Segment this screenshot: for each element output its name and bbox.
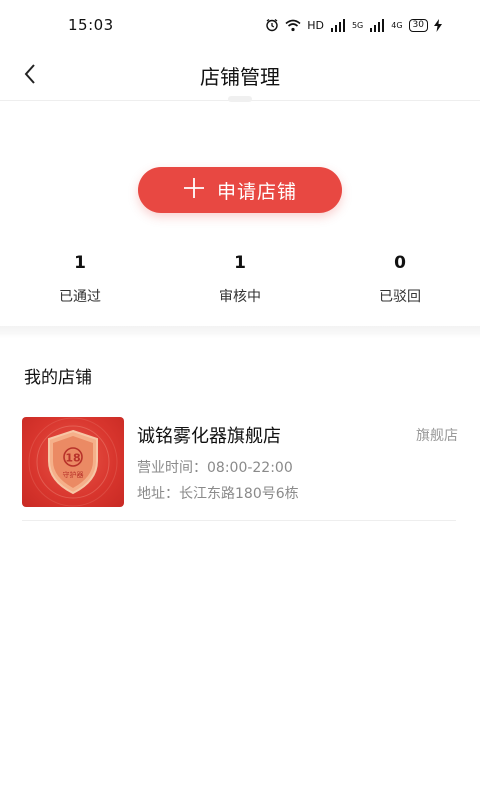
stat-value: 0 [394, 253, 406, 273]
hd-indicator: HD [307, 18, 324, 32]
stat-label: 审核中 [219, 289, 261, 305]
status-time: 15:03 [68, 16, 114, 34]
back-button[interactable] [12, 58, 48, 94]
stat-label: 已驳回 [379, 289, 421, 305]
store-stats: 1 已通过 1 审核中 0 已驳回 [0, 250, 480, 310]
status-bar: 15:03 HD 5G 4G 30 [0, 0, 480, 50]
signal-icon [330, 18, 346, 32]
apply-store-label: 申请店铺 [216, 180, 297, 203]
signal-5g-label: 5G [351, 20, 364, 30]
charging-icon [434, 18, 442, 32]
stat-approved[interactable]: 1 已通过 [0, 250, 160, 310]
wifi-icon [285, 19, 301, 32]
chevron-left-icon [23, 63, 37, 89]
stat-value: 1 [234, 253, 246, 273]
status-icons: HD 5G 4G 30 [265, 18, 442, 32]
stat-value: 1 [74, 253, 86, 273]
store-address: 地址：长江东路180号6栋 [137, 486, 299, 502]
section-separator [0, 326, 480, 338]
my-stores-title: 我的店铺 [24, 368, 92, 388]
battery-icon: 30 [408, 18, 428, 32]
plus-icon [183, 177, 205, 204]
store-hours: 营业时间：08:00-22:00 [137, 460, 293, 476]
nav-bar: 店铺管理 [0, 50, 480, 100]
stat-label: 已通过 [59, 289, 101, 305]
signal-icon [369, 18, 385, 32]
alarm-icon [265, 18, 279, 32]
list-divider [22, 520, 456, 521]
store-type-badge: 旗舰店 [416, 428, 458, 444]
store-list-item[interactable]: 18 守护器 诚铭雾化器旗舰店 旗舰店 营业时间：08:00-22:00 地址：… [22, 417, 458, 509]
signal-4g-label: 4G [391, 20, 403, 30]
shield-badge-icon: 18 守护器 [28, 417, 118, 507]
page-title: 店铺管理 [200, 64, 280, 89]
store-thumbnail: 18 守护器 [22, 417, 124, 507]
stat-rejected[interactable]: 0 已驳回 [320, 250, 480, 310]
stat-under-review[interactable]: 1 审核中 [160, 250, 320, 310]
store-name: 诚铭雾化器旗舰店 [137, 426, 281, 447]
badge-number: 18 [65, 452, 80, 465]
nav-shadow-indicator [228, 96, 252, 102]
battery-level: 30 [408, 18, 428, 32]
apply-store-button[interactable]: 申请店铺 [138, 167, 342, 213]
badge-text: 守护器 [63, 470, 84, 479]
